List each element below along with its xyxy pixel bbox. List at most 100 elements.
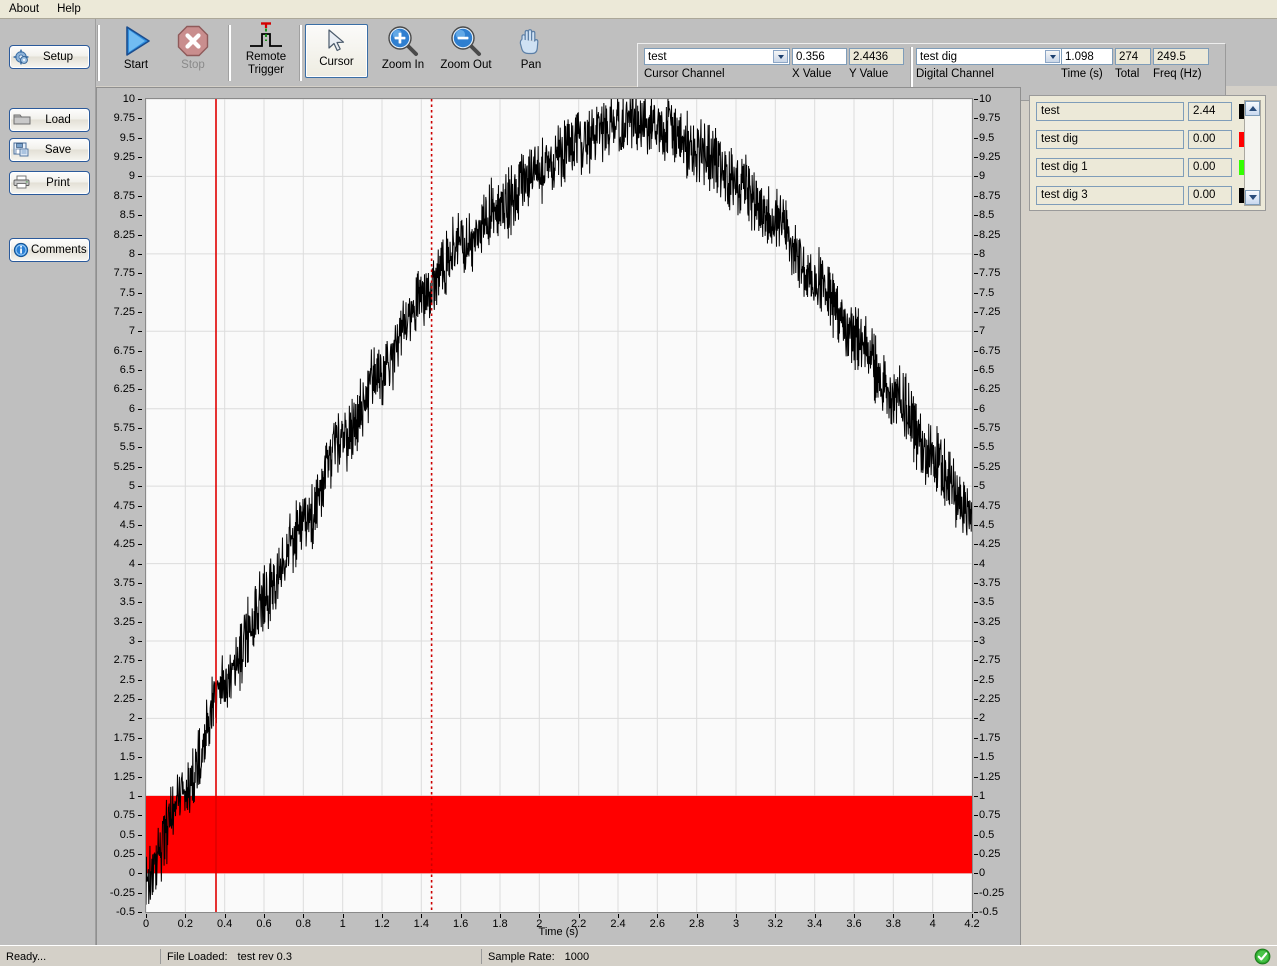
y-axis-left-tick — [138, 370, 142, 371]
digital-channel-select[interactable]: test dig — [916, 48, 1062, 65]
print-button[interactable]: Print — [9, 171, 90, 195]
channel-row[interactable]: test dig 0.00 — [1036, 130, 1255, 149]
channel-list-panel: test 2.44 test dig 0.00 test dig 1 0.00 test d… — [1029, 95, 1266, 211]
channel-row[interactable]: test dig 1 0.00 — [1036, 158, 1255, 177]
save-button[interactable]: Save — [9, 138, 90, 162]
scroll-down-button[interactable] — [1245, 190, 1260, 205]
y-axis-left-tick-label: 8.25 — [113, 228, 135, 241]
pan-label: Pan — [520, 59, 542, 71]
y-axis-left-tick-label: 2.5 — [119, 673, 135, 686]
y-axis-left-tick — [138, 660, 142, 662]
y-axis-right-tick-label: 6.5 — [979, 364, 995, 376]
time-label: Time (s) — [1061, 68, 1103, 80]
y-axis-right-tick-label: 0.75 — [979, 809, 1001, 822]
setup-button[interactable]: Setup — [9, 45, 90, 69]
menu-bar: About Help — [0, 0, 1277, 19]
y-axis-right-tick-label: 2.5 — [979, 673, 995, 686]
y-axis-right-tick — [974, 408, 978, 410]
y-axis-right-tick-label: -0.5 — [979, 906, 998, 918]
y-axis-right-tick-label: 9.5 — [979, 131, 995, 144]
freq-field: 249.5 Freq (Hz) — [1153, 48, 1209, 80]
status-ready-cell: Ready... — [0, 946, 160, 966]
y-axis-left-tick — [138, 428, 142, 430]
plot-area[interactable] — [145, 98, 973, 913]
y-axis-left-tick — [138, 137, 142, 139]
channel-name-field[interactable]: test — [1036, 102, 1184, 121]
x-axis-tick — [421, 914, 423, 918]
load-button[interactable]: Load — [9, 108, 90, 132]
menu-item-help[interactable]: Help — [48, 1, 90, 17]
y-axis-left-tick — [138, 563, 142, 565]
y-axis-right-tick — [974, 447, 978, 449]
y-axis-right-tick-label: 2 — [979, 712, 986, 725]
y-axis-right-tick — [974, 660, 978, 662]
y-axis-right-tick — [974, 621, 978, 623]
y-axis-right-tick-label: 5.75 — [979, 422, 1001, 435]
x-value-input[interactable]: 0.356 — [792, 48, 847, 65]
zoom-in-label: Zoom In — [381, 59, 425, 71]
y-axis-left-tick-label: 7 — [128, 325, 135, 338]
y-axis-right-tick — [974, 776, 978, 778]
y-axis-left-tick-label: 1.5 — [119, 751, 135, 764]
y-axis-right-tick — [974, 505, 978, 507]
y-axis-left-tick-label: 6.25 — [113, 383, 135, 396]
y-axis-left-tick-label: 5.75 — [113, 422, 135, 435]
channel-row[interactable]: test 2.44 — [1036, 102, 1255, 121]
y-axis-left-tick-label: 7.5 — [119, 286, 135, 299]
y-axis-right-tick-label: 9.75 — [979, 112, 1001, 125]
y-axis-left-tick-label: 9.5 — [119, 131, 135, 144]
main-toolbar: Start Stop Remote Trigger Cursor Zoom In… — [96, 19, 1277, 101]
y-axis-right-tick — [974, 234, 978, 236]
start-button[interactable]: Start — [105, 23, 167, 81]
y-axis-right-tick — [974, 679, 978, 681]
y-axis-right-tick — [974, 157, 978, 159]
remote-trigger-label-line2: Trigger — [248, 63, 284, 76]
cursor-arrow-icon — [326, 25, 348, 56]
y-axis-left-tick — [138, 621, 142, 623]
y-axis-left-tick-label: 0.5 — [119, 828, 135, 841]
x-axis-tick — [303, 914, 305, 918]
chevron-down-icon[interactable] — [773, 50, 788, 63]
channel-row[interactable]: test dig 3 0.00 — [1036, 186, 1255, 205]
scroll-up-button[interactable] — [1245, 101, 1260, 116]
y-axis-left-tick — [138, 582, 142, 584]
y-axis-left-tick-label: 3.5 — [119, 596, 135, 609]
setup-button-label: Setup — [42, 51, 74, 63]
y-axis-left-tick — [138, 350, 142, 352]
remote-trigger-button[interactable]: Remote Trigger — [235, 21, 297, 79]
grid-lines — [146, 99, 972, 912]
y-axis-right-tick-label: 10 — [979, 93, 992, 105]
time-input[interactable]: 1.098 — [1061, 48, 1113, 65]
cursor-channel-select[interactable]: test — [644, 48, 790, 65]
y-axis-left-tick — [138, 118, 142, 120]
comments-button[interactable]: Comments — [9, 238, 90, 262]
x-axis-tick — [264, 914, 265, 918]
menu-item-about[interactable]: About — [0, 1, 48, 17]
y-axis-right-tick — [974, 873, 978, 875]
x-axis-tick — [500, 914, 501, 918]
status-ready-text: Ready... — [6, 950, 47, 963]
stop-button[interactable]: Stop — [162, 23, 224, 81]
y-axis-right-tick — [974, 737, 978, 739]
cursor-tool-button[interactable]: Cursor — [305, 24, 368, 78]
zoom-in-button[interactable]: Zoom In — [372, 23, 434, 81]
y-axis-left-tick-label: 5.5 — [119, 441, 135, 454]
zoom-out-button[interactable]: Zoom Out — [435, 23, 497, 81]
stop-button-label: Stop — [181, 59, 205, 71]
channel-list-scrollbar[interactable] — [1244, 100, 1261, 206]
pan-button[interactable]: Pan — [500, 23, 562, 81]
y-value-readout: 2.4436 — [849, 48, 904, 65]
y-axis-right-tick-label: -0.25 — [979, 886, 1005, 899]
save-button-label: Save — [44, 144, 72, 156]
x-axis-tick — [775, 914, 777, 918]
channel-name-field[interactable]: test dig 3 — [1036, 186, 1184, 205]
channel-name-field[interactable]: test dig 1 — [1036, 158, 1184, 177]
y-axis-right-tick-label: 6.25 — [979, 383, 1001, 396]
chevron-down-icon[interactable] — [1045, 50, 1060, 63]
y-axis-right-tick — [974, 699, 978, 701]
channel-name-field[interactable]: test dig — [1036, 130, 1184, 149]
y-axis-right-tick — [974, 524, 978, 526]
y-axis-left-tick-label: 4.5 — [119, 518, 135, 531]
y-axis-right-tick-label: 4.75 — [979, 499, 1001, 512]
y-axis-right-tick-label: 7 — [979, 325, 986, 338]
